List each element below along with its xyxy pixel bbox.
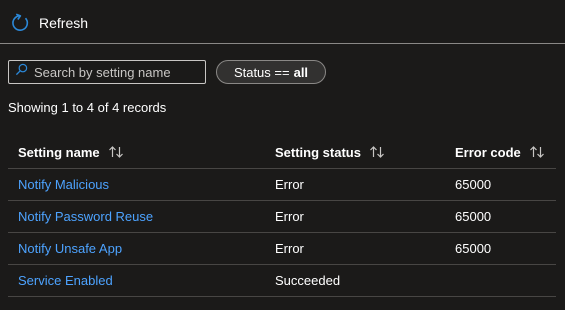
records-summary: Showing 1 to 4 of 4 records (8, 100, 167, 115)
setting-status: Error (275, 241, 304, 256)
filter-value: all (293, 64, 309, 80)
error-code: 65000 (455, 209, 492, 224)
setting-status: Succeeded (275, 273, 341, 288)
column-header-setting-name[interactable]: Setting name (18, 136, 124, 168)
setting-name-link[interactable]: Service Enabled (18, 265, 113, 296)
error-code: 65000 (455, 177, 492, 192)
search-input[interactable] (34, 64, 204, 80)
sort-icon (370, 146, 384, 158)
status-filter-pill[interactable]: Status == all (216, 60, 326, 84)
refresh-icon (10, 13, 30, 33)
table-header: Setting name Setting status Error code (8, 136, 556, 169)
setting-status: Error (275, 177, 304, 192)
column-header-label: Setting name (18, 144, 100, 160)
column-header-label: Error code (455, 144, 521, 160)
filter-label: Status == (233, 64, 290, 80)
refresh-button[interactable]: Refresh (10, 12, 88, 34)
search-box[interactable] (8, 60, 206, 84)
column-header-error-code[interactable]: Error code (455, 136, 545, 168)
table-row[interactable]: Notify Malicious Error 65000 (8, 169, 556, 201)
table-row[interactable]: Notify Password Reuse Error 65000 (8, 201, 556, 233)
setting-status: Error (275, 209, 304, 224)
column-header-label: Setting status (275, 144, 361, 160)
page: Refresh Status == all Showing 1 to 4 of … (0, 0, 565, 310)
setting-name-link[interactable]: Notify Malicious (18, 169, 109, 200)
settings-table: Setting name Setting status Error code N… (8, 136, 556, 297)
setting-name-link[interactable]: Notify Password Reuse (18, 201, 153, 232)
table-row[interactable]: Notify Unsafe App Error 65000 (8, 233, 556, 265)
table-row[interactable]: Service Enabled Succeeded (8, 265, 556, 297)
sort-icon (108, 146, 123, 158)
command-bar: Refresh (0, 0, 565, 44)
setting-name-link[interactable]: Notify Unsafe App (18, 233, 122, 264)
sort-icon (529, 146, 544, 158)
search-icon (15, 63, 28, 81)
column-header-setting-status[interactable]: Setting status (275, 136, 385, 168)
error-code: 65000 (455, 241, 492, 256)
refresh-label: Refresh (39, 15, 89, 31)
